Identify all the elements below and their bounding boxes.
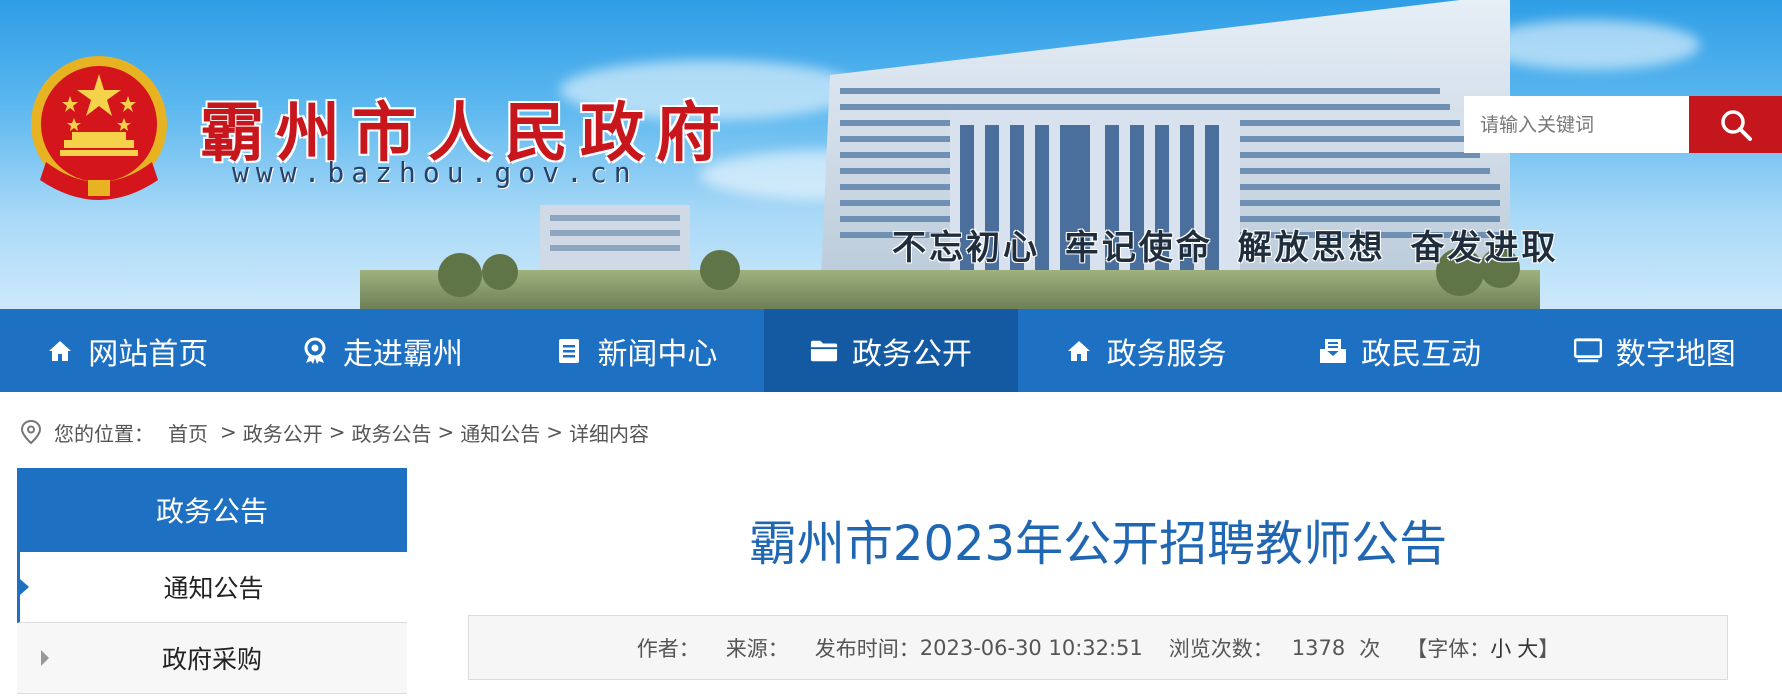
source-label: 来源：	[725, 636, 789, 661]
search-input[interactable]	[1464, 96, 1689, 153]
folder-icon	[810, 337, 838, 365]
article-meta-bar: 作者： 来源： 发布时间： 2023-06-30 10:32:51 浏览次数： …	[468, 615, 1728, 680]
breadcrumb-current: 详细内容	[569, 421, 650, 446]
nav-item-label: 数字地图	[1615, 336, 1736, 372]
search-button[interactable]	[1689, 96, 1782, 153]
location-badge-icon	[301, 337, 329, 365]
nav-item-label: 政务服务	[1106, 336, 1227, 372]
nav-item-label: 政务公开	[852, 336, 973, 372]
caret-right-icon	[20, 579, 29, 595]
breadcrumb-link-gov-notices[interactable]: 政务公告	[352, 418, 432, 447]
nav-item-label: 走进霸州	[342, 336, 463, 372]
sidebar-item-label: 通知公告	[163, 574, 264, 603]
document-icon	[555, 337, 583, 365]
views-count: 1378	[1291, 635, 1346, 660]
location-pin-icon	[20, 419, 42, 445]
home-icon	[46, 337, 74, 365]
sidebar-item-notices[interactable]: 通知公告	[17, 552, 407, 623]
breadcrumb-separator: >	[220, 420, 237, 444]
breadcrumb-separator: >	[437, 420, 455, 444]
breadcrumb-link-notices[interactable]: 通知公告	[460, 418, 540, 447]
main-nav: 网站首页 走进霸州 新闻中心 政务公开 政务服务 政民互动 数字地图	[0, 309, 1782, 392]
mail-tray-icon	[1319, 337, 1347, 365]
breadcrumb-separator: >	[546, 420, 564, 444]
national-emblem-logo	[31, 56, 167, 200]
font-small-button[interactable]: 小	[1490, 633, 1511, 663]
font-size-suffix: 】	[1538, 636, 1560, 661]
nav-item-home[interactable]: 网站首页	[0, 309, 255, 392]
caret-right-icon	[41, 650, 49, 666]
nav-item-digital-map[interactable]: 数字地图	[1527, 309, 1782, 392]
nav-item-label: 新闻中心	[597, 336, 718, 372]
sidebar-item-procurement[interactable]: 政府采购	[17, 623, 407, 694]
home-icon	[1065, 337, 1093, 365]
sidebar-title: 政务公告	[17, 468, 407, 552]
nav-item-label: 网站首页	[88, 336, 209, 372]
nav-item-interaction[interactable]: 政民互动	[1273, 309, 1528, 392]
views-unit: 次	[1359, 636, 1381, 661]
header-banner: 霸州市人民政府 www.bazhou.gov.cn 不忘初心 牢记使命 解放思想…	[0, 0, 1782, 309]
article-title: 霸州市2023年公开招聘教师公告	[748, 516, 1448, 572]
font-size-prefix: 【字体：	[1406, 636, 1491, 661]
publish-label: 发布时间：	[814, 636, 920, 661]
nav-item-news[interactable]: 新闻中心	[509, 309, 764, 392]
nav-item-gov-service[interactable]: 政务服务	[1018, 309, 1273, 392]
views-label: 浏览次数：	[1168, 636, 1274, 661]
author-label: 作者：	[636, 636, 700, 661]
nav-item-about[interactable]: 走进霸州	[255, 309, 510, 392]
breadcrumb-prefix: 您的位置：	[54, 421, 154, 446]
font-large-button[interactable]: 大	[1517, 633, 1538, 663]
breadcrumb: 您的位置： 首页 > 政务公开 > 政务公告 > 通知公告 > 详细内容	[20, 418, 649, 446]
slogan-text: 不忘初心 牢记使命 解放思想 奋发进取	[892, 228, 1559, 268]
breadcrumb-separator: >	[328, 420, 346, 444]
nav-item-gov-affairs[interactable]: 政务公开	[763, 309, 1019, 392]
sidebar: 政务公告 通知公告 政府采购	[17, 468, 407, 694]
breadcrumb-link-home[interactable]: 首页	[168, 418, 208, 447]
publish-time: 2023-06-30 10:32:51	[919, 635, 1143, 660]
breadcrumb-link-gov-affairs[interactable]: 政务公开	[243, 418, 323, 447]
sidebar-item-label: 政府采购	[161, 645, 262, 674]
nav-item-label: 政民互动	[1361, 336, 1482, 372]
site-url: www.bazhou.gov.cn	[232, 156, 638, 189]
search-icon	[1720, 109, 1752, 141]
monitor-icon	[1573, 337, 1602, 365]
